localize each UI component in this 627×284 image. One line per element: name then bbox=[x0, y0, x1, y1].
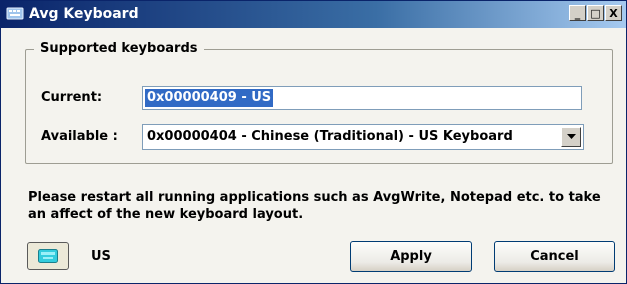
avg-keyboard-window: Avg Keyboard _ □ X Supported keyboards C… bbox=[0, 0, 627, 284]
minimize-icon: _ bbox=[574, 6, 581, 20]
available-keyboard-value: 0x00000404 - Chinese (Traditional) - US … bbox=[147, 129, 513, 144]
title-bar[interactable]: Avg Keyboard _ □ X bbox=[1, 1, 626, 28]
cancel-button[interactable]: Cancel bbox=[494, 241, 615, 272]
group-legend: Supported keyboards bbox=[34, 41, 204, 56]
close-icon: X bbox=[609, 6, 618, 20]
available-keyboard-select[interactable]: 0x00000404 - Chinese (Traditional) - US … bbox=[142, 124, 584, 150]
minimize-button[interactable]: _ bbox=[569, 5, 586, 21]
current-keyboard-field[interactable]: 0x00000409 - US bbox=[142, 86, 582, 110]
apply-button[interactable]: Apply bbox=[350, 241, 472, 272]
current-label: Current: bbox=[41, 90, 103, 105]
restart-message: Please restart all running applications … bbox=[28, 190, 601, 222]
window-title: Avg Keyboard bbox=[29, 6, 139, 22]
keyboard-layout-button[interactable] bbox=[27, 242, 69, 270]
current-keyboard-value: 0x00000409 - US bbox=[145, 89, 274, 107]
chevron-down-icon bbox=[567, 134, 576, 139]
current-language-label: US bbox=[91, 249, 111, 264]
keyboard-icon bbox=[38, 249, 58, 263]
close-button[interactable]: X bbox=[605, 5, 622, 21]
maximize-button[interactable]: □ bbox=[587, 5, 604, 21]
dropdown-button[interactable] bbox=[561, 127, 581, 147]
keyboard-app-icon bbox=[6, 6, 24, 22]
available-label: Available : bbox=[41, 129, 118, 144]
maximize-icon: □ bbox=[590, 6, 601, 20]
